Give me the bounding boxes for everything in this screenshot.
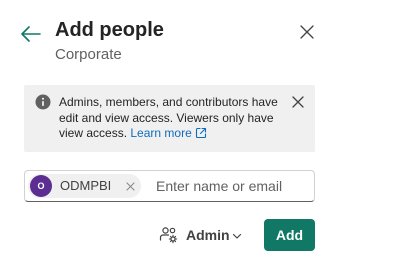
dialog-subtitle: Corporate [55,46,122,63]
open-in-new-icon [195,127,206,139]
close-icon [125,181,135,191]
dialog-title: Add people [55,19,164,41]
close-icon [300,25,314,39]
close-button[interactable] [297,22,317,42]
people-settings-icon [159,227,178,244]
person-chip: O ODMPBI [28,174,141,198]
role-dropdown-label: Admin [186,227,230,243]
banner-message-block: Admins, members, and contributors have e… [59,95,284,142]
person-chip-label: ODMPBI [60,178,112,193]
add-people-panel: Add people Corporate Admins, members, an… [0,0,400,273]
learn-more-label: Learn more [130,126,192,140]
banner-close-button[interactable] [290,94,306,110]
arrow-left-icon [21,26,41,42]
info-banner: Admins, members, and contributors have e… [24,85,315,152]
info-icon [35,94,51,110]
people-picker[interactable]: O ODMPBI [24,170,315,202]
role-dropdown[interactable]: Admin [159,224,247,246]
add-button[interactable]: Add [264,219,315,251]
close-icon [292,96,304,108]
remove-person-button[interactable] [124,180,136,192]
learn-more-link[interactable]: Learn more [130,126,206,140]
back-button[interactable] [18,21,44,47]
avatar: O [30,175,52,197]
name-or-email-input[interactable] [153,173,314,199]
chevron-down-icon [232,233,242,239]
